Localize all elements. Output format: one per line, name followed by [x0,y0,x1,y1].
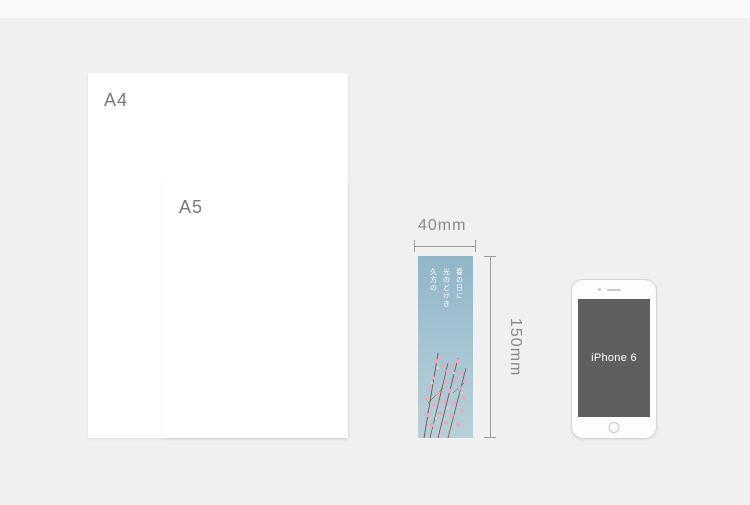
a5-label: A5 [179,197,203,218]
width-dimension-bracket [414,240,476,252]
a5-sheet [163,181,348,438]
poem-line-2: 光のどけき [441,268,451,308]
bookmark-width-label: 40mm [418,217,466,235]
top-strip [0,0,750,18]
bookmark-product: 久方の 光のどけき 春の日に [418,256,473,438]
bookmark-poem: 久方の 光のどけき 春の日に [418,268,473,308]
phone-speaker-icon [607,289,621,291]
phone-home-button-icon [609,422,620,433]
phone-model-label: iPhone 6 [591,352,637,364]
height-dimension-bracket [484,256,496,438]
cherry-blossom-art [418,343,473,438]
poem-line-3: 春の日に [454,268,464,308]
phone-screen: iPhone 6 [578,299,650,417]
phone-mockup: iPhone 6 [571,279,657,439]
bookmark-height-label: 150mm [506,318,524,376]
poem-line-1: 久方の [428,268,438,308]
a4-label: A4 [104,90,128,111]
phone-camera-icon [598,288,601,291]
